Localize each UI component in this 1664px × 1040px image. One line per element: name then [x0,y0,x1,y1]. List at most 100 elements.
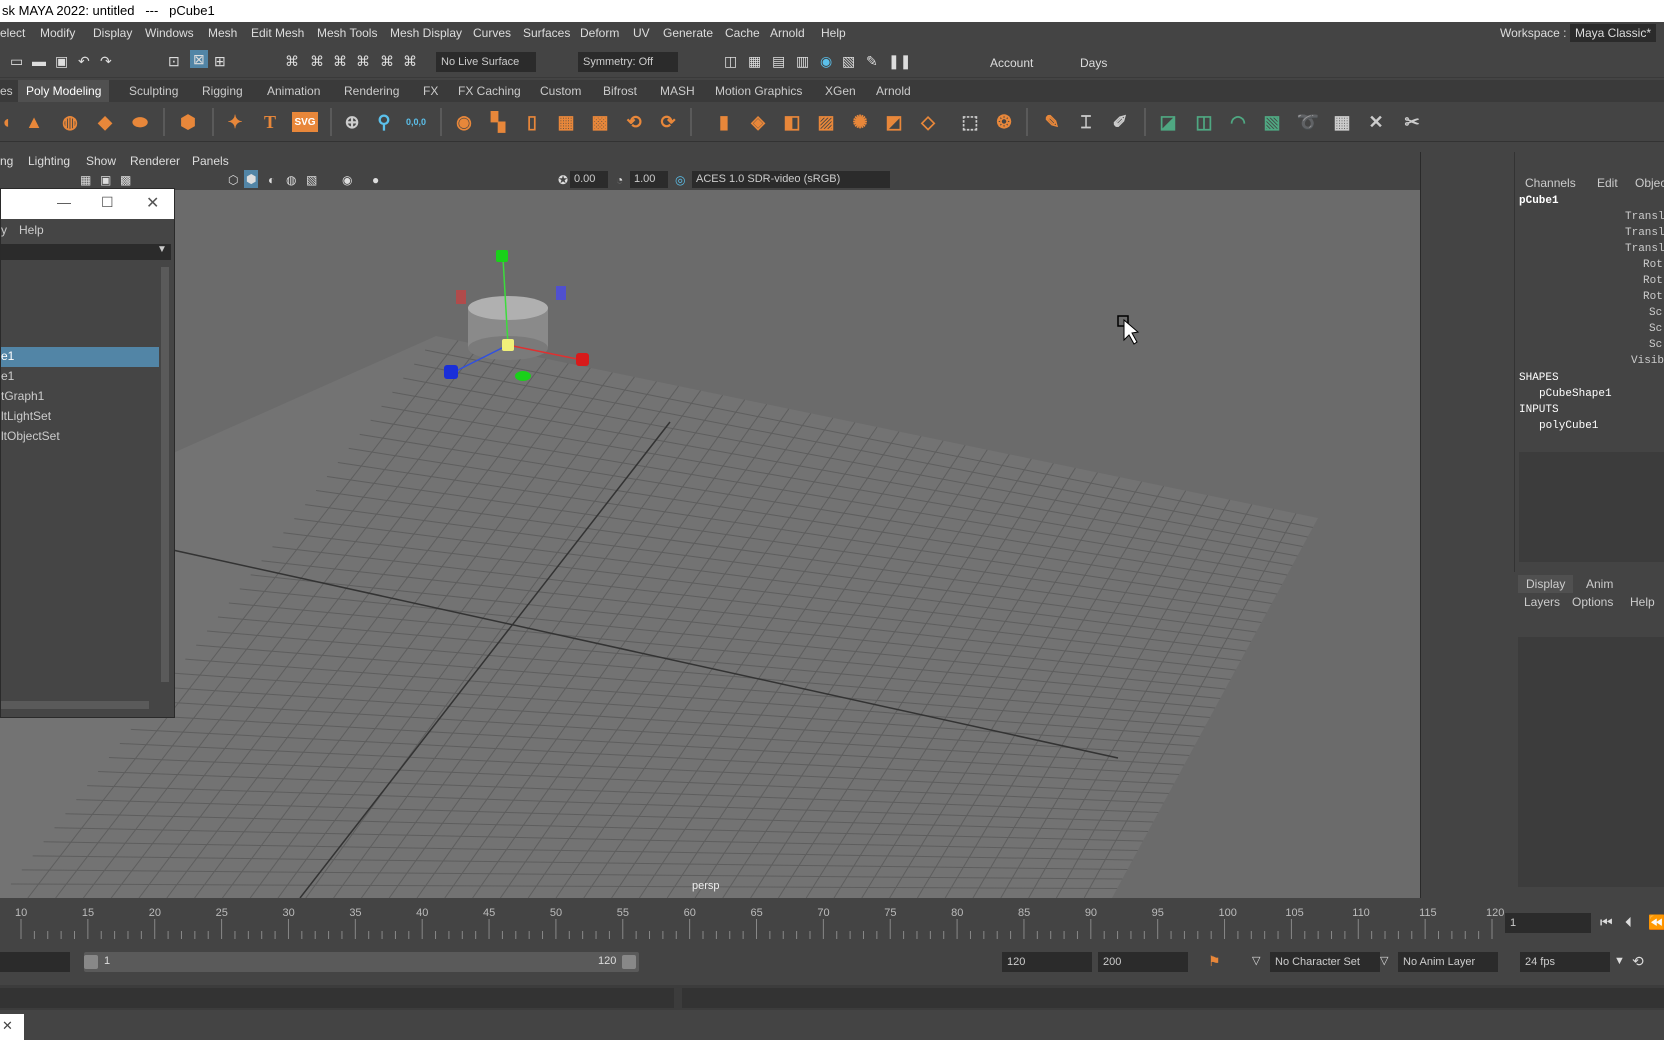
snap-curve-icon[interactable]: ⌘ [310,52,324,70]
sculpt-brush-icon[interactable]: ✎ [1040,110,1064,134]
maximize-icon[interactable]: ☐ [101,194,114,211]
outliner-menu-display[interactable]: y [1,223,7,237]
channel-attr[interactable]: Sc [1649,339,1662,351]
resolution-gate-icon[interactable]: ▩ [120,171,131,189]
close-icon[interactable]: ✕ [0,1014,24,1040]
bridge-icon[interactable]: ▦ [554,110,578,134]
shelf-tab-custom[interactable]: Custom [540,84,581,98]
new-scene-icon[interactable]: ▭ [10,52,23,70]
menu-windows[interactable]: Windows [145,26,194,40]
chevron-down-icon[interactable]: ▽ [1380,952,1388,970]
anim-layer-field[interactable]: No Anim Layer [1398,952,1498,972]
select-component-icon[interactable]: ⊞ [214,52,226,70]
smooth-shade-icon[interactable]: ⬢ [244,170,259,188]
shelf-tab-motion-graphics[interactable]: Motion Graphics [715,84,802,98]
menu-deform[interactable]: Deform [580,26,619,40]
channel-attr[interactable]: Rot [1643,259,1663,271]
outliner-item[interactable]: ltObjectSet [1,429,60,443]
shape-node[interactable]: pCubeShape1 [1539,388,1612,400]
light-editor-icon[interactable]: ✎ [866,52,878,70]
freeze-transforms-icon[interactable]: 0,0,0 [404,110,428,134]
shelf-tab-fx[interactable]: FX [423,84,438,98]
ipr-render-icon[interactable]: ▤ [772,52,785,70]
snap-pivot-icon[interactable]: ⌘ [403,52,417,70]
undo-icon[interactable]: ↶ [78,52,90,70]
planar-map-icon[interactable]: ◫ [1192,110,1216,134]
outliner-hscrollbar[interactable] [1,701,149,709]
render-settings-icon[interactable]: ▥ [796,52,809,70]
range-slider[interactable]: 1 120 [84,952,639,972]
panel-menu-panels[interactable]: Panels [192,154,229,168]
menu-arnold[interactable]: Arnold [770,26,805,40]
menu-uv[interactable]: UV [633,26,650,40]
shelf-tab-curves[interactable]: es [0,84,13,98]
color-management-icon[interactable]: ◎ [675,171,685,189]
outliner-scrollbar[interactable] [161,267,169,682]
fps-dropdown[interactable]: 24 fps [1520,952,1610,972]
channel-attr[interactable]: Transl [1625,227,1664,239]
poly-platonic-icon[interactable]: ⬢ [176,110,200,134]
outliner-item[interactable]: tGraph1 [1,389,44,403]
menu-generate[interactable]: Generate [663,26,713,40]
unfold-icon[interactable]: ➰ [1296,110,1320,134]
menu-display[interactable]: Display [93,26,132,40]
channel-attr[interactable]: Transl [1625,211,1664,223]
poly-plane-icon[interactable]: ◆ [93,110,117,134]
extrude-icon[interactable]: ▩ [588,110,612,134]
live-surface-field[interactable]: No Live Surface [436,52,536,72]
menu-curves[interactable]: Curves [473,26,511,40]
anim-start-field[interactable] [0,952,70,972]
viewport-persp[interactable]: persp [0,190,1420,898]
snap-grid-icon[interactable]: ⌘ [285,52,299,70]
fill-hole-icon[interactable]: ▨ [814,110,838,134]
hypershade-icon[interactable]: ◉ [820,52,832,70]
super-shape-icon[interactable]: ✦ [223,110,247,134]
checker-map-icon[interactable]: ▦ [1330,110,1354,134]
shelf-tab-poly-modeling[interactable]: Poly Modeling [18,80,110,102]
step-back-key-icon[interactable]: ⏪ [1648,913,1664,931]
menu-modify[interactable]: Modify [40,26,75,40]
render-setup-icon[interactable]: ▧ [842,52,855,70]
menu-surfaces[interactable]: Surfaces [523,26,570,40]
workspace-select[interactable]: Maya Classic* [1570,24,1657,42]
render-view-icon[interactable]: ◫ [724,52,737,70]
lights-icon[interactable]: ◐ [268,171,275,189]
channel-attr[interactable]: Rot [1643,275,1663,287]
range-start-handle[interactable] [84,955,98,969]
channel-attr[interactable]: Transl [1625,243,1664,255]
input-node[interactable]: polyCube1 [1539,420,1598,432]
help-menu[interactable]: Help [1630,595,1655,609]
exposure-icon[interactable]: ✪ [558,171,568,189]
menu-mesh-display[interactable]: Mesh Display [390,26,462,40]
snap-together-icon[interactable]: ⚲ [372,110,396,134]
grid-toggle-icon[interactable]: ▦ [80,171,91,189]
channels-tab[interactable]: Channels [1525,176,1576,190]
shelf-tab-rendering[interactable]: Rendering [344,84,399,98]
account-label[interactable]: Account [990,56,1033,70]
redo-icon[interactable]: ↷ [100,52,112,70]
insert-edge-loop-icon[interactable]: ▮ [712,110,736,134]
auto-unwrap-icon[interactable]: ▧ [1260,110,1284,134]
crease-icon[interactable]: ⌶ [1074,110,1098,134]
channel-attr[interactable]: Sc [1649,307,1662,319]
svg-tool-icon[interactable]: SVG [292,112,318,132]
menu-help[interactable]: Help [821,26,846,40]
object-tab[interactable]: Object [1635,176,1664,190]
shelf-tab-sculpting[interactable]: Sculpting [129,84,178,98]
current-frame-field[interactable]: 1 [1505,913,1591,933]
channel-attr[interactable]: Rot [1643,291,1663,303]
command-input[interactable] [0,988,674,1008]
isolate-select-icon[interactable]: ● [372,171,379,189]
outliner-item[interactable]: e1 [1,369,14,383]
mirror-icon[interactable]: ✺ [848,110,872,134]
snap-surface-icon[interactable]: ⌘ [380,52,394,70]
menu-select[interactable]: elect [0,26,25,40]
panel-menu-renderer[interactable]: Renderer [130,154,180,168]
shelf-tab-animation[interactable]: Animation [267,84,320,98]
edit-tab[interactable]: Edit [1597,176,1618,190]
layers-menu[interactable]: Layers [1524,595,1560,609]
character-set-field[interactable]: No Character Set [1270,952,1380,972]
make-live-icon[interactable]: ⬚ [958,110,982,134]
menu-cache[interactable]: Cache [725,26,760,40]
outliner-item[interactable]: ltLightSet [1,409,51,423]
